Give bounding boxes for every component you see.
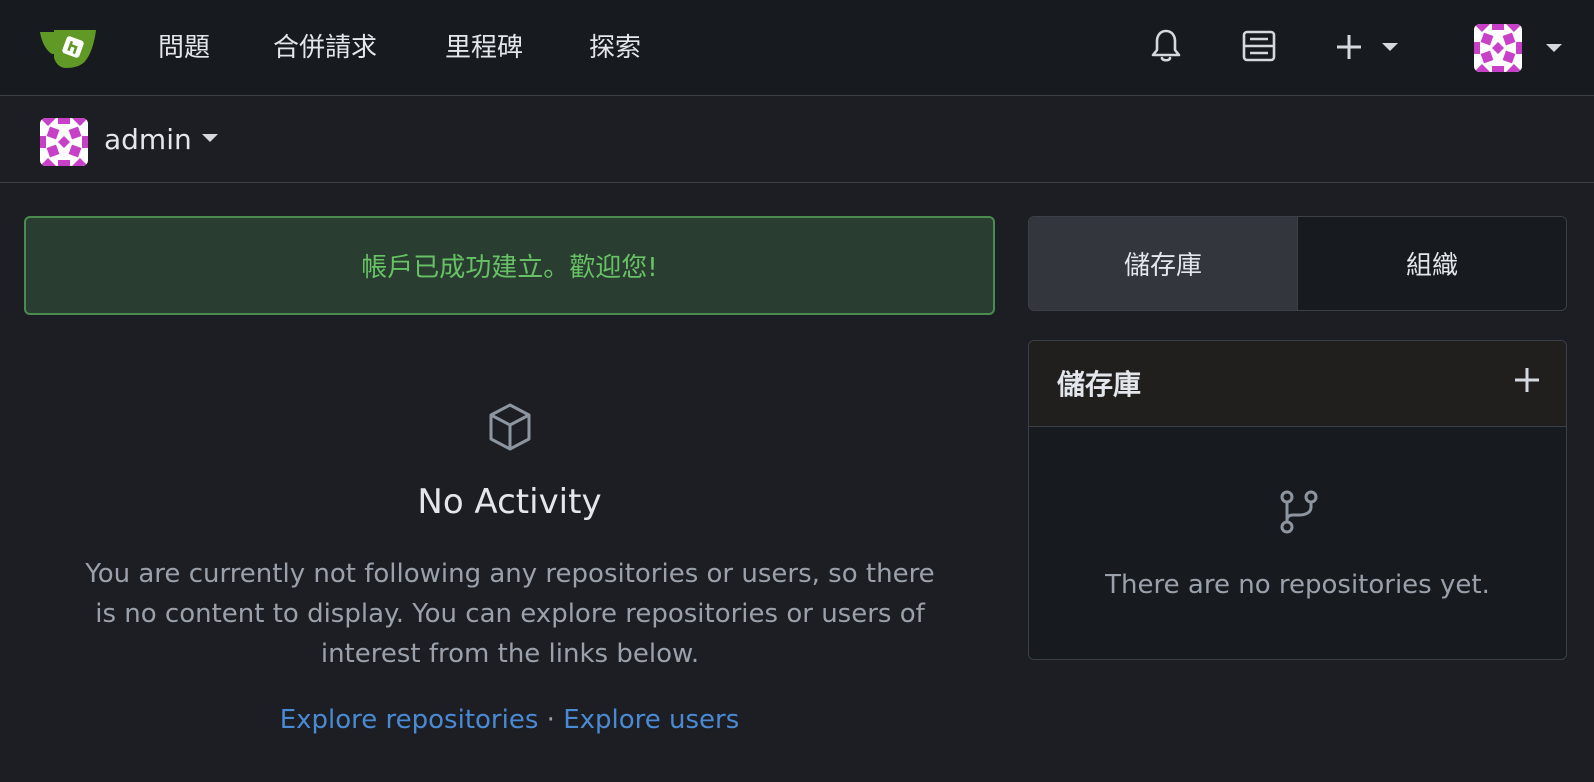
new-repository-plus-icon[interactable] [1512, 365, 1542, 395]
explore-users-link[interactable]: Explore users [563, 705, 739, 735]
chevron-down-icon [1546, 44, 1562, 52]
repository-list-header: 儲存庫 [1029, 341, 1566, 427]
nav-pull-requests[interactable]: 合併請求 [273, 28, 377, 68]
chevron-down-icon [1382, 43, 1398, 51]
repository-empty-text: There are no repositories yet. [1105, 570, 1490, 600]
nav-issues[interactable]: 問題 [158, 28, 210, 68]
avatar [40, 118, 88, 166]
repo-forked-icon [1280, 490, 1318, 534]
empty-feed-title: No Activity [417, 482, 602, 522]
nav-explore[interactable]: 探索 [589, 28, 641, 68]
nav-milestones[interactable]: 里程碑 [445, 28, 523, 68]
chevron-down-icon [202, 134, 218, 142]
explore-links: Explore repositories · Explore users [24, 700, 995, 740]
bell-icon[interactable] [1150, 28, 1182, 64]
gitea-logo-icon[interactable] [38, 26, 98, 70]
tab-organizations[interactable]: 組織 [1298, 217, 1566, 310]
server-icon[interactable] [1242, 30, 1276, 62]
context-username: admin [104, 123, 192, 156]
create-menu-button[interactable] [1334, 28, 1404, 68]
empty-feed-description: You are currently not following any repo… [85, 559, 935, 669]
top-navbar: 問題 合併請求 里程碑 探索 [0, 0, 1594, 96]
context-bar [0, 96, 1594, 183]
avatar [1474, 24, 1522, 72]
repository-list-box: 儲存庫 There are no repositories yet. [1028, 340, 1567, 660]
plus-icon [1337, 35, 1361, 59]
success-flash: 帳戶已成功建立。歡迎您! [24, 216, 995, 315]
repository-list-title: 儲存庫 [1057, 368, 1142, 401]
link-separator: · [546, 705, 555, 735]
flash-message: 帳戶已成功建立。歡迎您! [361, 253, 658, 283]
dashboard-tabs: 儲存庫 組織 [1028, 216, 1567, 311]
explore-repositories-link[interactable]: Explore repositories [280, 705, 539, 735]
tab-repositories[interactable]: 儲存庫 [1029, 217, 1298, 310]
user-menu-button[interactable] [1474, 24, 1574, 74]
package-icon [489, 403, 531, 451]
